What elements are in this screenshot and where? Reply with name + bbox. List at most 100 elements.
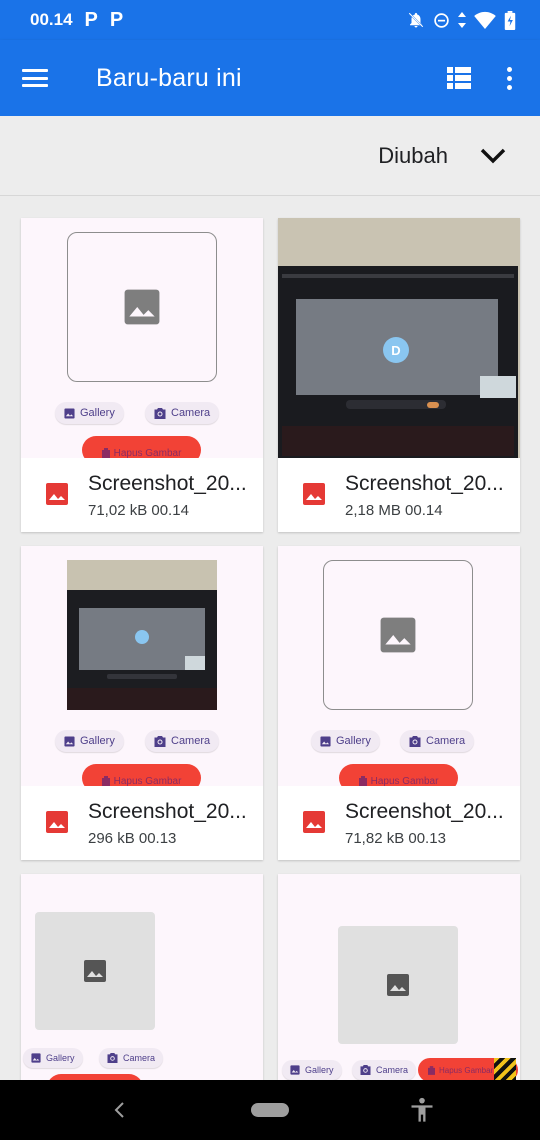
- dnd-icon: [434, 12, 449, 28]
- delete-label: Hapus Gambar: [439, 1065, 494, 1075]
- file-size-time: 71,02 kB 00.14: [88, 502, 189, 519]
- video-call-screen: D: [296, 299, 498, 395]
- menu-button[interactable]: [0, 40, 70, 116]
- camera-label: Camera: [171, 407, 211, 419]
- file-name: Screenshot_20...: [345, 472, 504, 495]
- trash-icon: [101, 776, 110, 786]
- gallery-button: Gallery: [282, 1060, 342, 1080]
- laptop-photo: D: [278, 266, 518, 458]
- home-button[interactable]: [251, 1103, 289, 1117]
- gallery-button: Gallery: [55, 402, 124, 424]
- view-toggle-button[interactable]: [434, 40, 484, 116]
- file-meta: Screenshot_20... 296 kB 00.13: [21, 786, 263, 860]
- gallery-button: Gallery: [55, 730, 124, 752]
- gallery-label: Gallery: [336, 735, 371, 747]
- data-arrows-icon: [458, 12, 466, 28]
- camera-icon: [360, 1065, 371, 1075]
- system-nav-bar: [0, 1080, 540, 1140]
- file-thumbnail: Gallery Camera Hapus Gambar: [21, 546, 263, 786]
- image-placeholder: [67, 232, 217, 382]
- camera-button: Camera: [400, 730, 475, 752]
- image-placeholder: [338, 926, 458, 1044]
- status-time: 00.14: [30, 10, 73, 29]
- camera-button: Camera: [99, 1048, 164, 1068]
- status-bar: 00.14 P P: [0, 0, 540, 40]
- image-placeholder: [323, 560, 473, 710]
- image-icon: [31, 1053, 41, 1063]
- camera-icon: [107, 1053, 118, 1063]
- gallery-label: Gallery: [46, 1053, 75, 1063]
- file-card[interactable]: Gallery Camera: [21, 874, 263, 1080]
- gallery-button: Gallery: [311, 730, 380, 752]
- back-icon[interactable]: [108, 1098, 132, 1122]
- file-thumbnail: Gallery Camera: [21, 874, 263, 1080]
- chevron-down-icon[interactable]: [480, 148, 506, 164]
- app-bar: Baru-baru ini: [0, 40, 540, 116]
- grid-view-icon: [447, 67, 471, 89]
- delete-image-button: Hapus Gambar: [82, 764, 201, 786]
- trash-icon: [358, 776, 367, 786]
- delete-label: Hapus Gambar: [113, 448, 182, 458]
- delete-image-button: Hapus Gambar: [339, 764, 458, 786]
- more-vert-icon: [506, 66, 512, 90]
- file-card[interactable]: Gallery Camera Hapus Gambar Screenshot_2…: [278, 546, 520, 860]
- gallery-label: Gallery: [80, 407, 115, 419]
- camera-icon: [154, 407, 166, 419]
- trash-icon: [428, 1065, 435, 1075]
- camera-icon: [154, 735, 166, 747]
- file-meta: Screenshot_20... 2,18 MB 00.14: [278, 458, 520, 532]
- camera-button: Camera: [145, 402, 220, 424]
- image-icon: [124, 289, 160, 325]
- laptop-photo: [67, 560, 217, 710]
- delete-label: Hapus Gambar: [370, 776, 439, 786]
- battery-icon: [504, 10, 516, 30]
- notification-p-icon: P: [84, 8, 98, 31]
- image-icon: [84, 960, 106, 982]
- delete-label: Hapus Gambar: [113, 776, 182, 786]
- image-icon: [290, 1065, 300, 1075]
- gallery-label: Gallery: [80, 735, 115, 747]
- file-card[interactable]: Gallery Camera Hapus Gambar Screenshot_2…: [21, 218, 263, 532]
- file-name: Screenshot_20...: [88, 800, 247, 823]
- camera-label: Camera: [123, 1053, 156, 1063]
- sort-bar: Diubah: [0, 116, 540, 196]
- sort-dropdown-label[interactable]: Diubah: [378, 143, 448, 169]
- image-icon: [387, 974, 409, 996]
- camera-label: Camera: [171, 735, 211, 747]
- gallery-label: Gallery: [305, 1065, 334, 1075]
- notification-p-icon: P: [109, 8, 124, 31]
- file-thumbnail: Gallery Camera Hapus Gambar: [278, 874, 520, 1080]
- image-icon: [380, 617, 416, 653]
- more-options-button[interactable]: [484, 40, 534, 116]
- camera-label: Camera: [426, 735, 466, 747]
- camera-button: Camera: [352, 1060, 417, 1080]
- file-size-time: 2,18 MB 00.14: [345, 502, 443, 519]
- image-icon: [320, 735, 331, 747]
- notifications-off-icon: [408, 12, 424, 28]
- file-meta: Screenshot_20... 71,82 kB 00.13: [278, 786, 520, 860]
- gallery-button: Gallery: [23, 1048, 83, 1068]
- file-card[interactable]: D Screenshot_20... 2,18 MB 00.14: [278, 218, 520, 532]
- file-size-time: 296 kB 00.13: [88, 830, 177, 847]
- camera-button: Camera: [145, 730, 220, 752]
- page-title: Baru-baru ini: [96, 63, 242, 92]
- file-size-time: 71,82 kB 00.13: [345, 830, 446, 847]
- file-card[interactable]: Gallery Camera Hapus Gambar: [278, 874, 520, 1080]
- image-file-icon: [303, 811, 325, 833]
- file-name: Screenshot_20...: [88, 472, 247, 495]
- delete-image-button: Hapus Gambar: [82, 436, 201, 458]
- hamburger-icon: [22, 69, 48, 87]
- file-meta: Screenshot_20... 71,02 kB 00.14: [21, 458, 263, 532]
- accessibility-icon[interactable]: [408, 1096, 436, 1124]
- image-file-icon: [303, 483, 325, 505]
- file-name: Screenshot_20...: [345, 800, 504, 823]
- file-grid: Gallery Camera Hapus Gambar Screenshot_2…: [0, 196, 540, 1080]
- file-thumbnail: D: [278, 218, 520, 458]
- debug-banner: [494, 1058, 516, 1080]
- file-card[interactable]: Gallery Camera Hapus Gambar Screenshot_2…: [21, 546, 263, 860]
- camera-icon: [409, 735, 421, 747]
- image-placeholder: [35, 912, 155, 1030]
- image-icon: [64, 735, 75, 747]
- camera-label: Camera: [376, 1065, 409, 1075]
- file-thumbnail: Gallery Camera Hapus Gambar: [21, 218, 263, 458]
